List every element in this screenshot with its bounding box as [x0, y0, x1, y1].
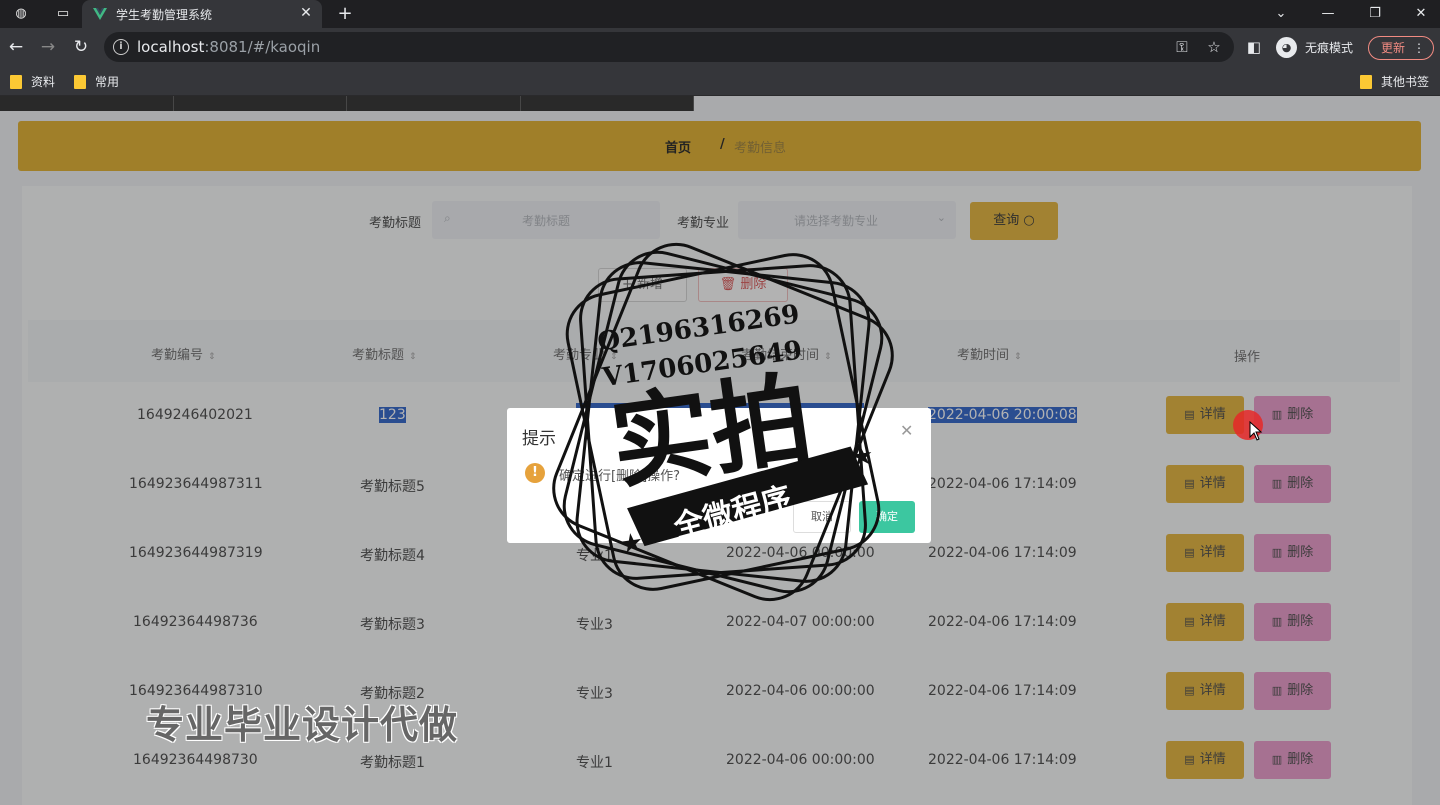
- folder-icon: [1360, 74, 1372, 89]
- bookmarks-bar: 资料 常用 其他书签: [0, 66, 1440, 96]
- url-field[interactable]: i localhost:8081/#/kaoqin ⚿ ☆: [104, 32, 1234, 62]
- url-path: :8081/#/kaoqin: [204, 38, 321, 56]
- new-tab-icon[interactable]: +: [334, 3, 356, 25]
- browser-tab[interactable]: 学生考勤管理系统 ✕: [82, 0, 322, 28]
- bookmark-label: 常用: [95, 75, 120, 89]
- tab-search-icon[interactable]: ▭: [52, 4, 74, 24]
- reload-icon[interactable]: ↻: [69, 36, 93, 58]
- incognito-label: 无痕模式: [1305, 41, 1354, 55]
- restore-icon[interactable]: ❐: [1352, 0, 1398, 28]
- more-menu-icon[interactable]: ⋮: [1413, 37, 1425, 59]
- vue-logo-icon: [93, 8, 107, 20]
- other-bookmarks-label: 其他书签: [1381, 75, 1430, 89]
- star-icon: ★: [618, 527, 645, 560]
- url-host: localhost: [137, 38, 205, 56]
- globe-icon[interactable]: ◍: [10, 4, 32, 24]
- incognito-indicator[interactable]: ◕ 无痕模式: [1276, 37, 1353, 58]
- bookmark-folder[interactable]: 资料: [10, 73, 55, 90]
- star-icon[interactable]: ☆: [1204, 37, 1224, 57]
- minimize-icon[interactable]: —: [1305, 0, 1351, 28]
- bookmark-folder[interactable]: 常用: [74, 73, 119, 90]
- window-close-icon[interactable]: ✕: [1398, 0, 1440, 28]
- info-icon[interactable]: i: [113, 39, 129, 55]
- update-button[interactable]: 更新 ⋮: [1368, 36, 1434, 60]
- other-bookmarks[interactable]: 其他书签: [1360, 73, 1429, 90]
- browser-tab-strip: ◍ ▭ 学生考勤管理系统 ✕ + ⌄ — ❐ ✕: [0, 0, 1440, 28]
- folder-icon: [10, 74, 22, 89]
- update-label: 更新: [1381, 41, 1406, 55]
- folder-icon: [74, 74, 86, 89]
- side-panel-icon[interactable]: ◧: [1244, 37, 1264, 57]
- key-icon[interactable]: ⚿: [1172, 37, 1192, 57]
- tab-list-chevron-icon[interactable]: ⌄: [1258, 0, 1304, 28]
- mouse-cursor-icon: [1249, 421, 1263, 441]
- back-arrow-icon[interactable]: ←: [4, 36, 28, 58]
- close-icon[interactable]: ✕: [298, 5, 314, 21]
- incognito-icon: ◕: [1276, 37, 1297, 58]
- url-text: localhost:8081/#/kaoqin: [137, 38, 320, 56]
- star-icon: ★: [848, 441, 875, 474]
- forward-arrow-icon[interactable]: →: [36, 36, 60, 58]
- tab-title: 学生考勤管理系统: [116, 8, 213, 22]
- bookmark-label: 资料: [31, 75, 56, 89]
- watermark-stamp: Q2196316269 V1706025649 实拍 全微程序 ★ ★: [552, 242, 894, 602]
- address-bar: ← → ↻ i localhost:8081/#/kaoqin ⚿ ☆ ◧ ◕ …: [0, 28, 1440, 66]
- watermark-caption: 专业毕业设计代做: [146, 703, 459, 747]
